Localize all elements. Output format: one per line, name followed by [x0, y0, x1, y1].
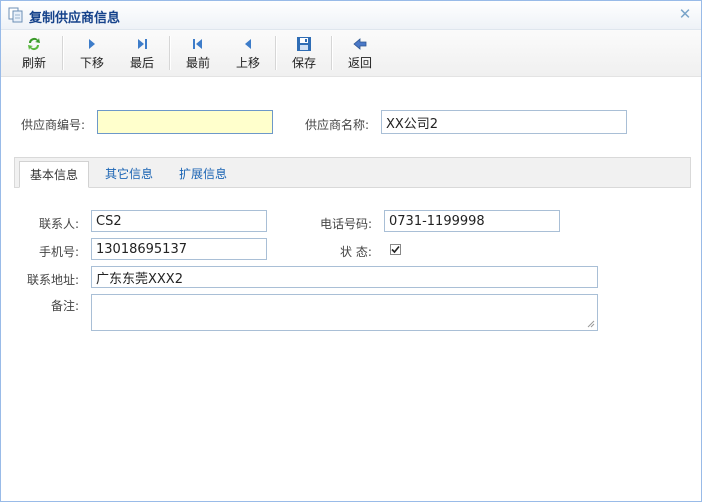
- status-checkbox[interactable]: [390, 244, 401, 255]
- toolbar-separator: [169, 36, 171, 70]
- tab-strip: 基本信息 其它信息 扩展信息: [14, 157, 691, 188]
- back-button[interactable]: 返回: [341, 34, 379, 72]
- check-icon: [391, 245, 400, 254]
- title-bar: 复制供应商信息 ✕: [1, 1, 701, 30]
- phone-label: 电话号码:: [320, 217, 373, 231]
- next-icon: [84, 36, 100, 52]
- address-label: 联系地址:: [27, 273, 80, 287]
- back-label: 返回: [347, 56, 372, 70]
- status-label: 状 态:: [340, 245, 372, 259]
- mobile-label: 手机号:: [39, 245, 80, 259]
- refresh-label: 刷新: [21, 56, 46, 70]
- window-title: 复制供应商信息: [29, 11, 121, 26]
- dialog-window: 复制供应商信息 ✕ 刷新 下移 最后 最前 上移 保存 返回 供应商编号: 供应…: [0, 0, 702, 502]
- contact-input[interactable]: [91, 210, 267, 232]
- refresh-button[interactable]: 刷新: [15, 34, 53, 72]
- contact-label: 联系人:: [39, 217, 80, 231]
- tab-other-info[interactable]: 其它信息: [95, 161, 163, 187]
- tab-basic-info[interactable]: 基本信息: [19, 161, 90, 188]
- remark-label: 备注:: [51, 299, 80, 313]
- move-down-button[interactable]: 下移: [73, 34, 111, 72]
- phone-input[interactable]: [384, 210, 560, 232]
- tab-extended-info[interactable]: 扩展信息: [169, 161, 237, 187]
- remark-textarea[interactable]: [91, 294, 598, 331]
- mobile-input[interactable]: [91, 238, 267, 260]
- close-icon[interactable]: ✕: [677, 6, 693, 22]
- last-button[interactable]: 最后: [123, 34, 161, 72]
- save-label: 保存: [291, 56, 316, 70]
- supplier-code-label: 供应商编号:: [21, 118, 86, 132]
- move-up-label: 上移: [235, 56, 260, 70]
- toolbar-separator: [62, 36, 64, 70]
- supplier-name-label: 供应商名称:: [305, 118, 370, 132]
- last-icon: [134, 36, 150, 52]
- toolbar: 刷新 下移 最后 最前 上移 保存 返回: [1, 30, 701, 77]
- first-button[interactable]: 最前: [179, 34, 217, 72]
- back-icon: [352, 36, 368, 52]
- previous-icon: [240, 36, 256, 52]
- supplier-code-input[interactable]: [97, 110, 273, 134]
- move-up-button[interactable]: 上移: [229, 34, 267, 72]
- save-icon: [296, 36, 312, 52]
- move-down-label: 下移: [79, 56, 104, 70]
- toolbar-separator: [331, 36, 333, 70]
- last-label: 最后: [129, 56, 154, 70]
- copy-document-icon: [8, 7, 23, 23]
- save-button[interactable]: 保存: [285, 34, 323, 72]
- address-input[interactable]: [91, 266, 598, 288]
- refresh-icon: [26, 36, 42, 52]
- toolbar-separator: [275, 36, 277, 70]
- first-icon: [190, 36, 206, 52]
- first-label: 最前: [185, 56, 210, 70]
- resize-grip-icon[interactable]: [587, 320, 595, 328]
- supplier-name-input[interactable]: [381, 110, 627, 134]
